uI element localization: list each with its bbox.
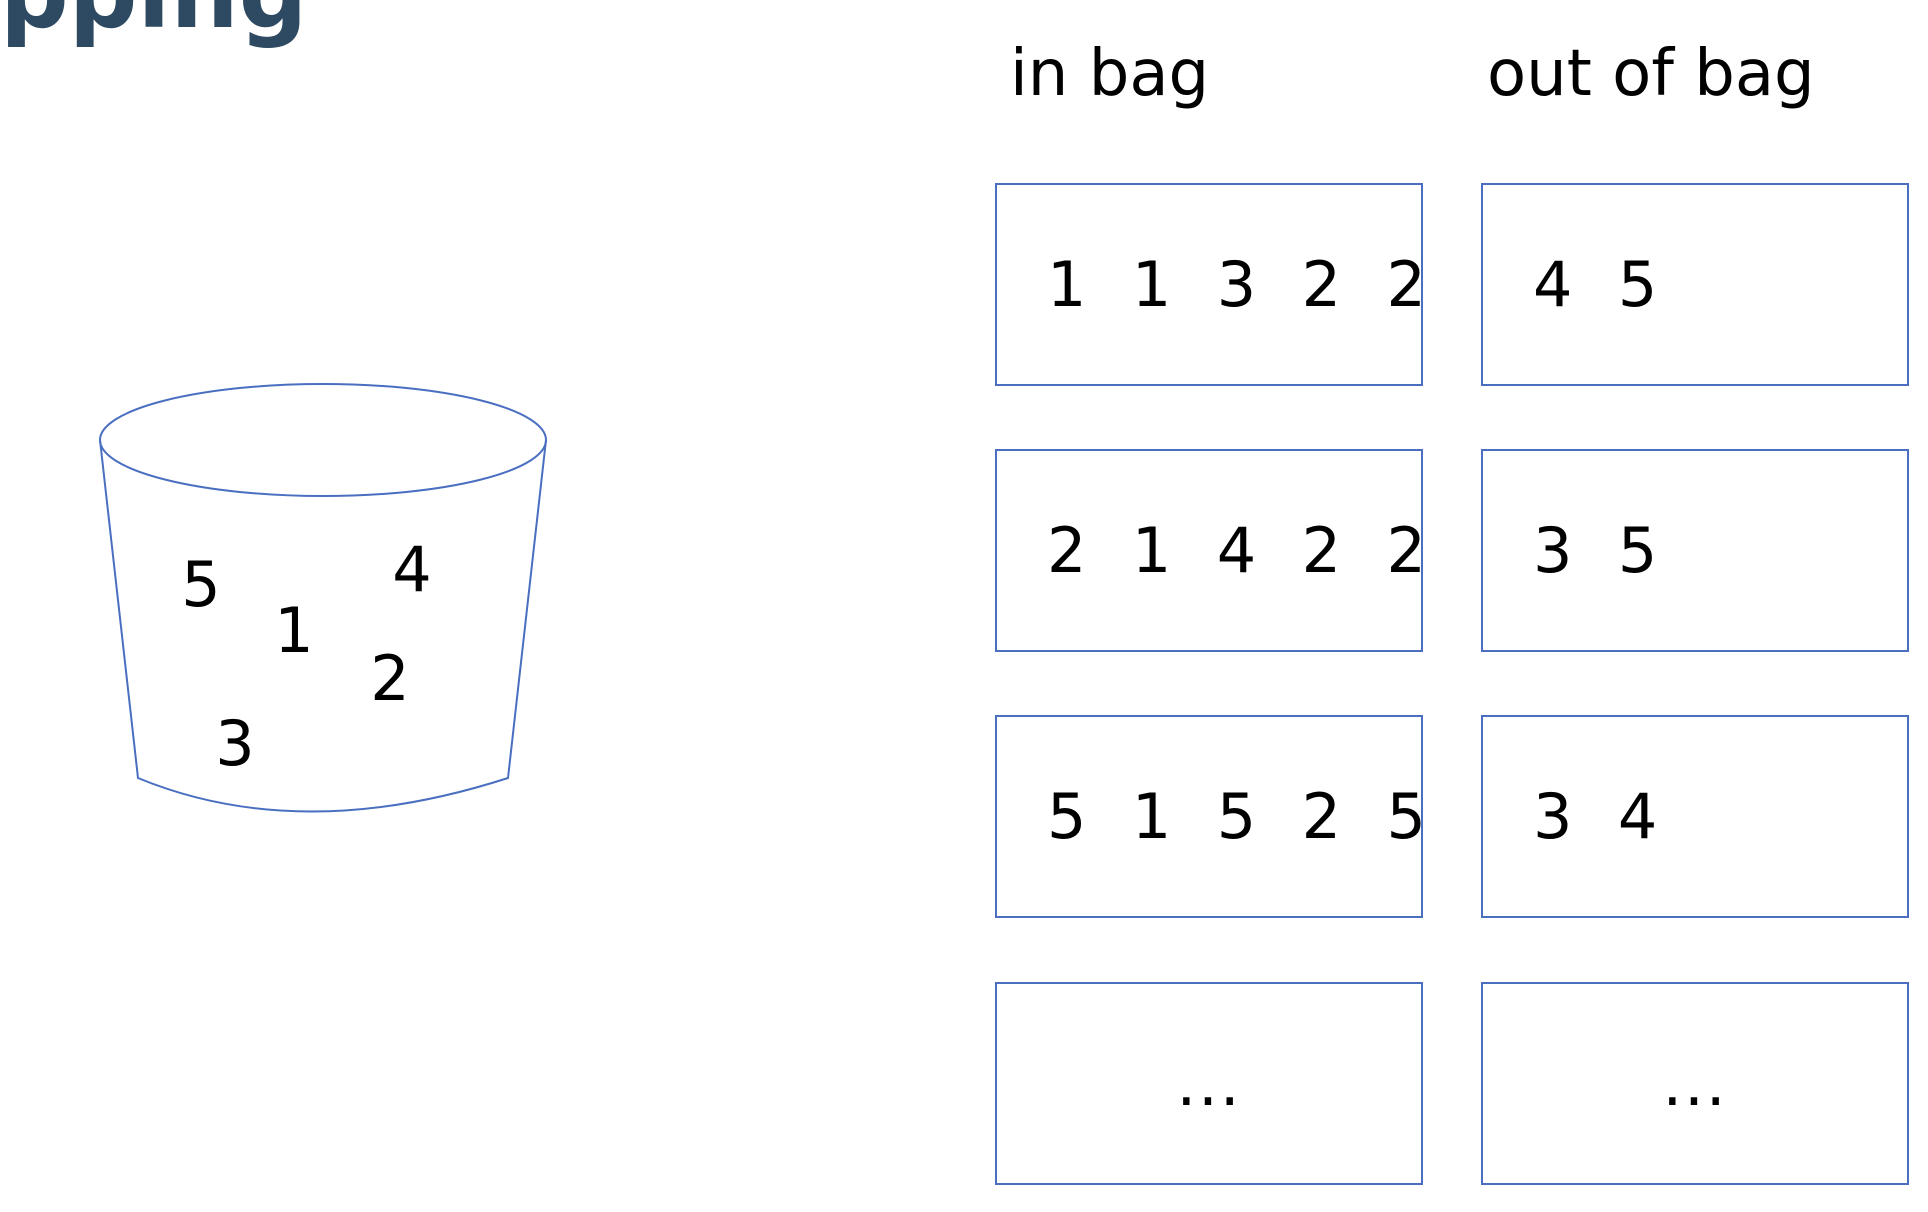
bucket-rim (99, 383, 547, 497)
out-of-bag-sample-values: 4 5 (1533, 248, 1660, 321)
out-of-bag-sample-values: 3 4 (1533, 780, 1660, 853)
in-bag-sample-box: 1 1 3 2 2 (995, 183, 1426, 386)
bucket-number: 4 (392, 533, 431, 606)
in-bag-sample-values: 5 1 5 2 5 (1047, 780, 1428, 853)
in-bag-sample-box: ... (995, 982, 1423, 1185)
out-of-bag-ellipsis: ... (1662, 1047, 1728, 1120)
out-of-bag-header: out of bag (1487, 37, 1815, 111)
in-bag-header: in bag (1010, 37, 1210, 111)
in-bag-sample-values: 2 1 4 2 2 (1047, 514, 1428, 587)
bucket-number: 1 (274, 594, 313, 667)
in-bag-ellipsis: ... (1176, 1047, 1242, 1120)
out-of-bag-sample-box: ... (1481, 982, 1909, 1185)
bucket-number: 3 (215, 707, 254, 780)
in-bag-sample-box: 5 1 5 2 5 (995, 715, 1426, 918)
bucket-number: 5 (181, 548, 220, 621)
out-of-bag-sample-values: 3 5 (1533, 514, 1660, 587)
out-of-bag-sample-box: 3 5 (1481, 449, 1909, 652)
bucket-diagram: 5 1 4 2 3 (99, 383, 547, 813)
in-bag-sample-box: 2 1 4 2 2 (995, 449, 1426, 652)
bucket-number: 2 (370, 642, 409, 715)
in-bag-sample-values: 1 1 3 2 2 (1047, 248, 1428, 321)
out-of-bag-sample-box: 3 4 (1481, 715, 1909, 918)
out-of-bag-sample-box: 4 5 (1481, 183, 1909, 386)
